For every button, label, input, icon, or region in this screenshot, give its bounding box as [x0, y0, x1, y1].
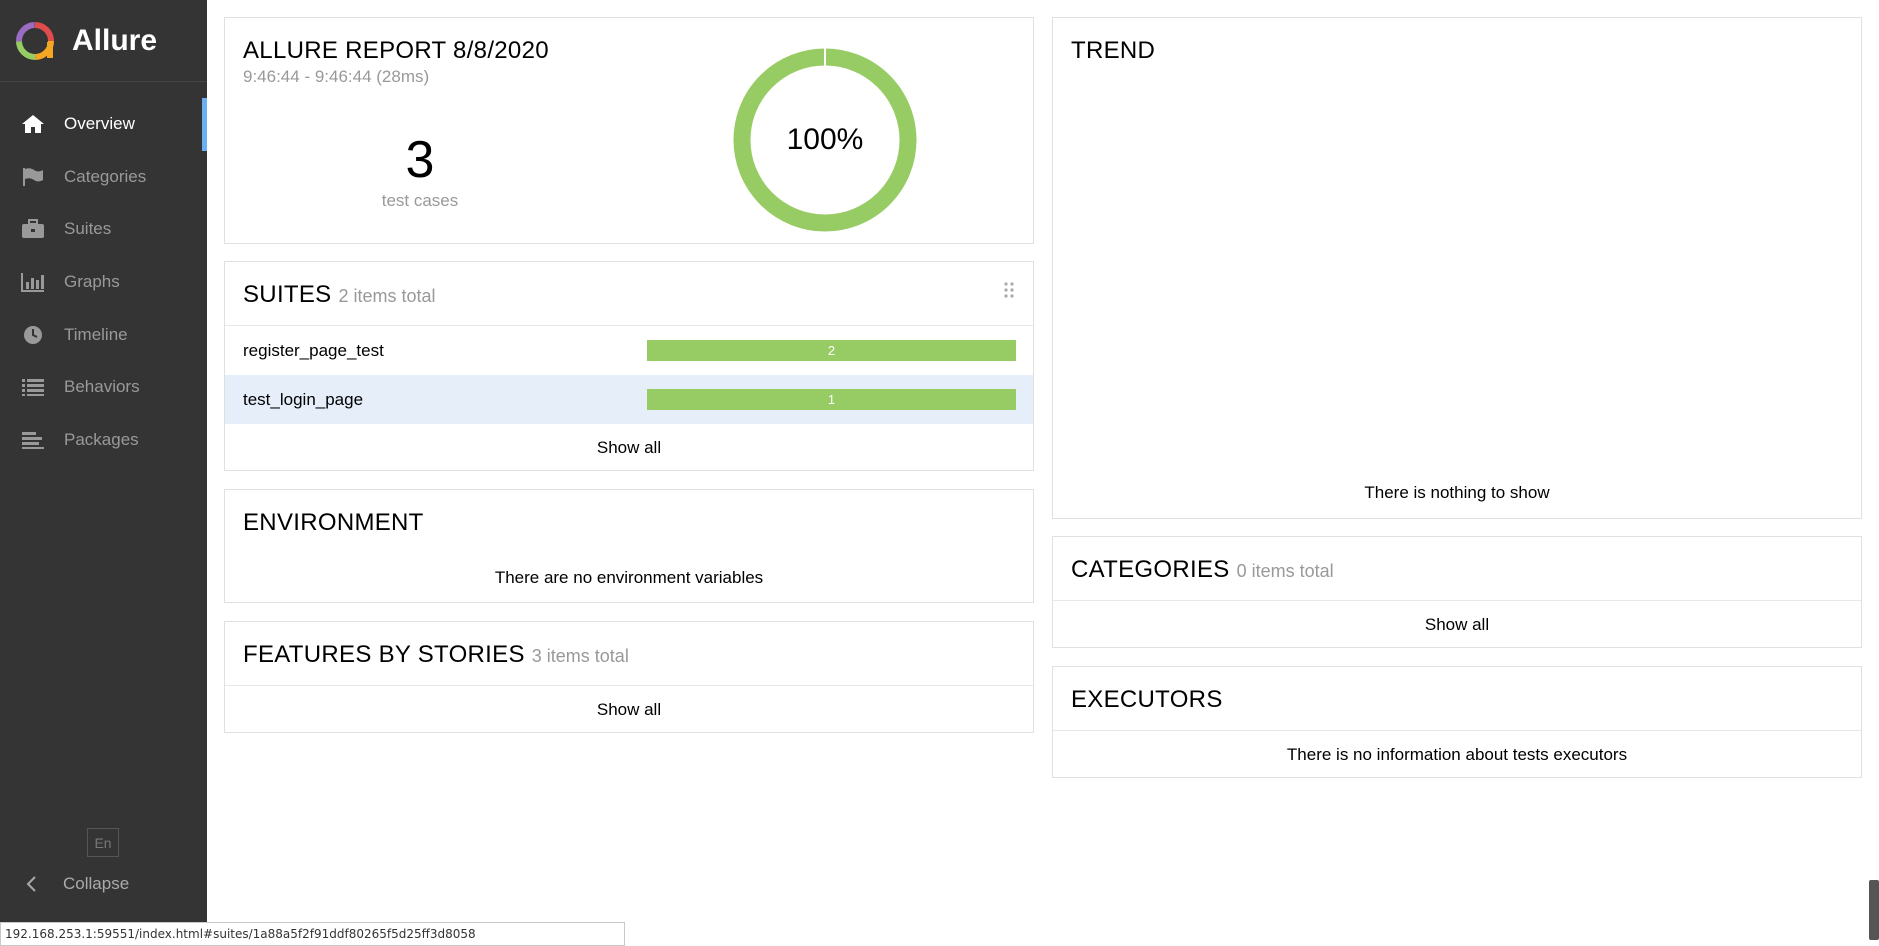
suites-widget: SUITES 2 items total register_page_test … — [224, 261, 1034, 471]
executors-title: EXECUTORS — [1071, 686, 1223, 713]
suite-name: register_page_test — [243, 340, 384, 360]
suites-header: SUITES 2 items total — [243, 281, 436, 309]
table-row[interactable]: test_login_page 1 — [225, 375, 1033, 424]
collapse-label: Collapse — [63, 874, 130, 893]
sidebar-item-overview[interactable]: Overview — [0, 98, 207, 151]
sidebar-item-label: Timeline — [64, 324, 128, 344]
executors-empty-text: There is no information about tests exec… — [1286, 744, 1628, 764]
sidebar-item-timeline[interactable]: Timeline — [0, 308, 207, 361]
suites-count: 2 items total — [338, 286, 436, 306]
sidebar-item-graphs[interactable]: Graphs — [0, 256, 207, 309]
features-count: 3 items total — [531, 646, 629, 666]
suites-show-all-link[interactable]: Show all — [225, 424, 1033, 471]
test-count-label: test cases — [381, 191, 459, 210]
collapse-button[interactable]: Collapse — [22, 874, 129, 894]
suites-title: SUITES — [243, 281, 332, 308]
align-left-icon — [20, 429, 46, 451]
report-time: 9:46:44 - 9:46:44 (28ms) — [243, 67, 430, 86]
sidebar-item-label: Packages — [64, 429, 139, 449]
categories-header: CATEGORIES 0 items total — [1071, 556, 1334, 584]
sidebar-nav: Overview Categories Suites Graphs Timeli… — [0, 98, 207, 466]
sidebar-item-label: Categories — [64, 166, 147, 186]
suite-status-bar: 1 — [647, 389, 1016, 410]
sidebar-item-label: Suites — [64, 219, 112, 239]
success-rate-percent: 100% — [786, 123, 864, 156]
features-widget: FEATURES BY STORIES 3 items total Show a… — [224, 621, 1034, 733]
categories-show-all-link[interactable]: Show all — [1053, 601, 1861, 648]
sidebar-item-packages[interactable]: Packages — [0, 414, 207, 467]
summary-widget: ALLURE REPORT 8/8/2020 9:46:44 - 9:46:44… — [224, 17, 1034, 244]
features-header: FEATURES BY STORIES 3 items total — [243, 641, 629, 669]
suite-bar-count: 1 — [827, 392, 836, 407]
categories-count: 0 items total — [1236, 561, 1334, 581]
chevron-left-icon — [26, 876, 36, 892]
sidebar-item-label: Graphs — [64, 272, 120, 292]
bar-chart-icon — [20, 271, 46, 293]
environment-empty-text: There are no environment variables — [494, 568, 764, 587]
suite-bar-count: 2 — [827, 343, 836, 358]
home-icon — [20, 113, 46, 135]
browser-status-url: 192.168.253.1:59551/index.html#suites/1a… — [0, 922, 625, 946]
trend-empty-text: There is nothing to show — [1364, 483, 1550, 502]
trend-widget: TREND There is nothing to show — [1052, 17, 1862, 519]
environment-widget: ENVIRONMENT There are no environment var… — [224, 489, 1034, 603]
report-title: ALLURE REPORT 8/8/2020 — [243, 37, 549, 64]
language-selector[interactable]: En — [87, 828, 119, 857]
sidebar-item-label: Overview — [64, 114, 135, 134]
suite-name: test_login_page — [243, 389, 364, 409]
sidebar-item-categories[interactable]: Categories — [0, 151, 207, 204]
sidebar-item-behaviors[interactable]: Behaviors — [0, 361, 207, 414]
sidebar: Allure Overview Categories Suites Graphs — [0, 0, 207, 946]
executors-widget: EXECUTORS There is no information about … — [1052, 666, 1862, 778]
features-show-all-link[interactable]: Show all — [225, 686, 1033, 733]
categories-widget: CATEGORIES 0 items total Show all — [1052, 536, 1862, 648]
features-title: FEATURES BY STORIES — [243, 641, 525, 668]
list-icon — [20, 376, 46, 398]
environment-title: ENVIRONMENT — [243, 509, 424, 536]
scroll-indicator[interactable] — [1869, 880, 1879, 940]
suite-status-bar: 2 — [647, 340, 1016, 361]
clock-icon — [20, 324, 46, 346]
flag-icon — [20, 166, 46, 188]
drag-handle-icon[interactable] — [1003, 281, 1015, 299]
brand-title: Allure — [72, 23, 158, 57]
allure-logo-icon — [16, 21, 54, 60]
categories-title: CATEGORIES — [1071, 556, 1230, 583]
briefcase-icon — [20, 218, 46, 240]
brand[interactable]: Allure — [0, 0, 207, 82]
test-count: 3 — [405, 131, 435, 189]
trend-title: TREND — [1071, 37, 1156, 64]
sidebar-item-suites[interactable]: Suites — [0, 203, 207, 256]
sidebar-item-label: Behaviors — [64, 377, 140, 397]
table-row[interactable]: register_page_test 2 — [225, 326, 1033, 375]
